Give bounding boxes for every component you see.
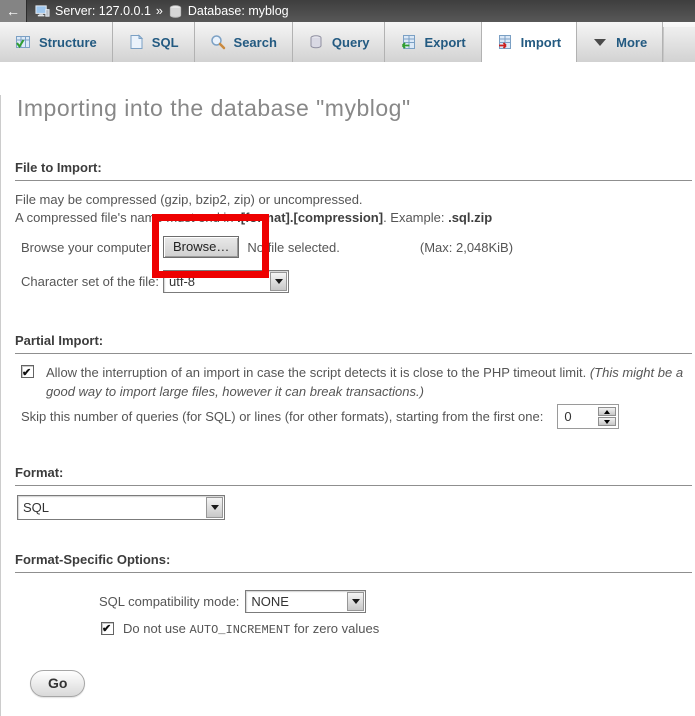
server-icon: [35, 4, 50, 19]
import-icon: [497, 34, 513, 50]
allow-interruption-label: Allow the interruption of an import in c…: [46, 365, 590, 380]
sql-compatibility-row: SQL compatibility mode: NONE: [1, 590, 695, 613]
breadcrumb-server-link[interactable]: Server: 127.0.0.1: [55, 4, 151, 18]
select-arrow-icon: [206, 497, 223, 518]
tab-label: Export: [424, 35, 465, 50]
tab-label: Search: [234, 35, 277, 50]
browse-button[interactable]: Browse…: [163, 236, 239, 258]
allow-interruption-checkbox[interactable]: ✔: [21, 365, 34, 378]
go-button[interactable]: Go: [30, 670, 85, 697]
stepper-up-button[interactable]: [598, 407, 616, 416]
browse-row: Browse your computer: Browse… No file se…: [1, 236, 695, 258]
arrow-up-icon: [604, 410, 610, 414]
tab-import[interactable]: Import: [482, 22, 577, 62]
auto-increment-code: AUTO_INCREMENT: [190, 623, 291, 637]
back-button[interactable]: ←: [0, 0, 27, 22]
tab-label: Import: [521, 35, 561, 50]
arrow-down-icon: [604, 420, 610, 424]
checkmark-icon: ✔: [22, 364, 31, 383]
charset-row: Character set of the file: utf-8: [1, 270, 695, 293]
tab-export[interactable]: Export: [385, 22, 481, 62]
breadcrumb-separator: »: [156, 4, 163, 18]
main-content: Importing into the database "myblog" Fil…: [0, 95, 695, 716]
tab-label: SQL: [152, 35, 179, 50]
search-icon: [210, 34, 226, 50]
charset-select[interactable]: utf-8: [163, 270, 289, 293]
format-select-value: SQL: [18, 496, 205, 519]
charset-select-value: utf-8: [164, 271, 269, 292]
max-size-note: (Max: 2,048KiB): [420, 240, 513, 255]
select-arrow-icon: [347, 592, 364, 611]
structure-icon: [15, 34, 31, 50]
tab-search[interactable]: Search: [195, 22, 293, 62]
breadcrumb-bar: ← Server: 127.0.0.1 » Database: myblog: [0, 0, 695, 22]
back-arrow-icon: ←: [6, 3, 20, 19]
checkmark-icon: ✔: [102, 621, 111, 637]
auto-increment-row: ✔ Do not use AUTO_INCREMENT for zero val…: [1, 621, 695, 637]
section-heading-format-specific: Format-Specific Options:: [15, 552, 692, 573]
format-select[interactable]: SQL: [17, 495, 225, 520]
auto-increment-label: Do not use AUTO_INCREMENT for zero value…: [123, 621, 379, 636]
tab-more[interactable]: More: [577, 22, 663, 62]
breadcrumb: Server: 127.0.0.1 » Database: myblog: [35, 4, 289, 19]
query-icon: [308, 34, 324, 50]
tab-label: Structure: [39, 35, 97, 50]
section-heading-partial-import: Partial Import:: [15, 333, 692, 354]
stepper-down-button[interactable]: [598, 417, 616, 426]
compression-note: File may be compressed (gzip, bzip2, zip…: [15, 191, 695, 227]
tab-sql[interactable]: SQL: [113, 22, 195, 62]
tabbar-filler: [663, 27, 695, 62]
browse-label: Browse your computer:: [21, 240, 163, 255]
no-file-text: No file selected.: [247, 240, 340, 255]
section-heading-format: Format:: [15, 465, 692, 486]
skip-queries-stepper[interactable]: 0: [557, 404, 619, 429]
tab-label: Query: [332, 35, 370, 50]
sql-compatibility-select[interactable]: NONE: [245, 590, 366, 613]
charset-label: Character set of the file:: [21, 274, 163, 289]
select-arrow-icon: [270, 272, 287, 291]
tab-bar: Structure SQL Search Query Export Import…: [0, 22, 695, 62]
skip-queries-label: Skip this number of queries (for SQL) or…: [21, 409, 543, 424]
auto-increment-checkbox[interactable]: ✔: [101, 622, 114, 635]
sql-icon: [128, 34, 144, 50]
section-heading-file-to-import: File to Import:: [15, 160, 692, 181]
tab-query[interactable]: Query: [293, 22, 386, 62]
breadcrumb-database-link[interactable]: Database: myblog: [188, 4, 289, 18]
page-title: Importing into the database "myblog": [17, 95, 695, 122]
export-icon: [400, 34, 416, 50]
allow-interruption-row: ✔ Allow the interruption of an import in…: [1, 363, 695, 401]
sql-compatibility-label: SQL compatibility mode:: [99, 594, 239, 609]
tab-structure[interactable]: Structure: [0, 22, 113, 62]
database-icon: [168, 4, 183, 19]
chevron-down-icon: [592, 34, 608, 50]
tab-label: More: [616, 35, 647, 50]
skip-queries-row: Skip this number of queries (for SQL) or…: [1, 404, 695, 429]
skip-queries-value: 0: [560, 409, 598, 424]
sql-compatibility-value: NONE: [246, 591, 346, 612]
